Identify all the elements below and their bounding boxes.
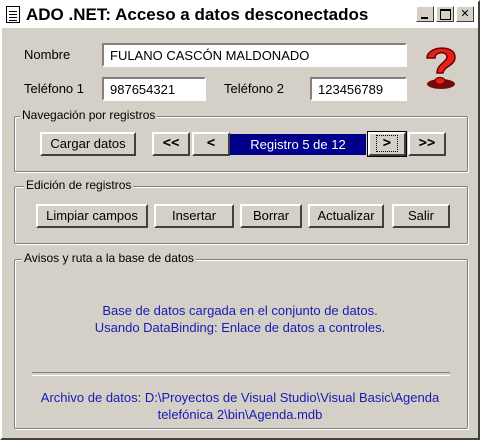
- record-position-display: Registro 5 de 12: [230, 134, 366, 155]
- nombre-label: Nombre: [24, 47, 71, 62]
- maximize-button[interactable]: [436, 6, 454, 22]
- next-record-label: >: [375, 135, 399, 152]
- title-bar[interactable]: ADO .NET: Acceso a datos desconectados ✕: [2, 2, 478, 28]
- minimize-button[interactable]: [416, 6, 434, 22]
- telefono1-field[interactable]: 987654321: [102, 77, 206, 101]
- status-message: Base de datos cargada en el conjunto de …: [22, 302, 458, 336]
- question-mark-icon: [426, 47, 456, 89]
- database-path-line-1: Archivo de datos: D:\Proyectos de Visual…: [40, 390, 440, 405]
- telefono1-label: Teléfono 1: [24, 81, 84, 96]
- next-record-button[interactable]: >: [367, 131, 407, 157]
- app-document-icon: [6, 6, 20, 23]
- nombre-field[interactable]: FULANO CASCÓN MALDONADO: [102, 43, 407, 67]
- salir-button[interactable]: Salir: [392, 204, 450, 228]
- telefono2-field[interactable]: 123456789: [310, 77, 407, 101]
- navegacion-group-title: Navegación por registros: [20, 108, 158, 122]
- status-message-line-1: Base de datos cargada en el conjunto de …: [102, 303, 378, 318]
- window-title: ADO .NET: Acceso a datos desconectados: [26, 5, 369, 24]
- last-record-button[interactable]: >>: [408, 132, 446, 156]
- limpiar-campos-button[interactable]: Limpiar campos: [36, 204, 148, 228]
- app-window: ADO .NET: Acceso a datos desconectados ✕…: [0, 0, 480, 440]
- actualizar-button[interactable]: Actualizar: [308, 204, 384, 228]
- avisos-group-title: Avisos y ruta a la base de datos: [22, 251, 196, 265]
- database-path: Archivo de datos: D:\Proyectos de Visual…: [22, 389, 458, 423]
- cargar-datos-button[interactable]: Cargar datos: [40, 132, 136, 156]
- previous-record-button[interactable]: <: [192, 132, 230, 156]
- edicion-group-title: Edición de registros: [24, 178, 134, 192]
- borrar-button[interactable]: Borrar: [240, 204, 302, 228]
- close-button[interactable]: ✕: [456, 6, 474, 22]
- status-message-line-2: Usando DataBinding: Enlace de datos a co…: [94, 320, 386, 335]
- database-path-line-2: telefónica 2\bin\Agenda.mdb: [157, 407, 323, 422]
- first-record-button[interactable]: <<: [152, 132, 190, 156]
- insertar-button[interactable]: Insertar: [154, 204, 234, 228]
- avisos-divider: [32, 372, 450, 376]
- telefono2-label: Teléfono 2: [224, 81, 284, 96]
